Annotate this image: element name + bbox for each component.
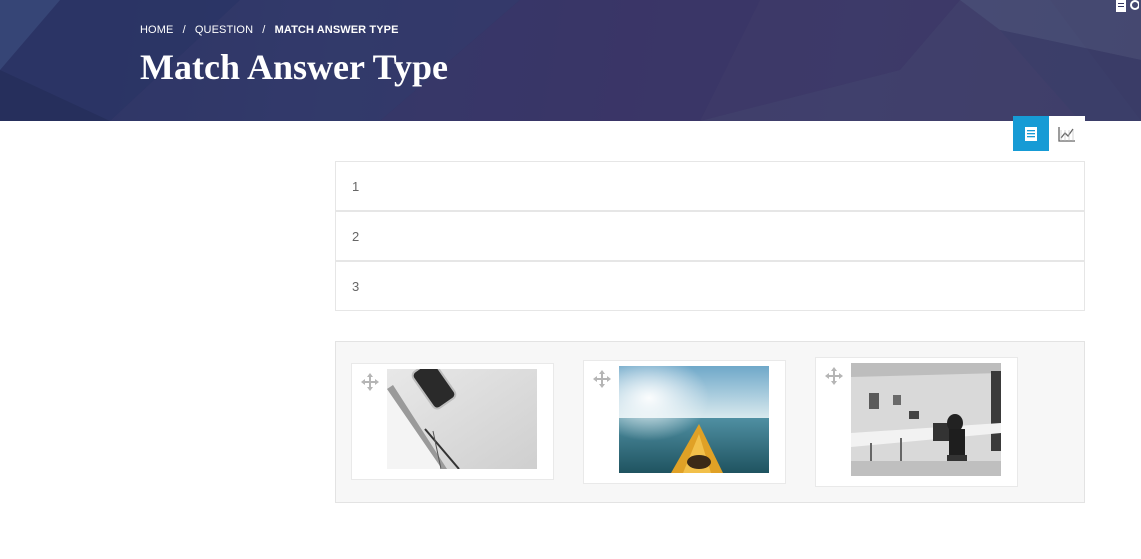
view-toggle xyxy=(1013,116,1085,151)
breadcrumb: HOME / QUESTION / MATCH ANSWER TYPE xyxy=(140,24,399,36)
chart-view-button[interactable] xyxy=(1049,116,1085,151)
chart-icon xyxy=(1058,126,1075,142)
answer-drop-slot[interactable]: 2 xyxy=(335,211,1085,261)
partial-glyph-icon xyxy=(1130,0,1139,10)
breadcrumb-separator: / xyxy=(182,24,186,36)
answer-slot-number: 1 xyxy=(352,178,360,194)
breadcrumb-current: MATCH ANSWER TYPE xyxy=(274,24,399,36)
draggable-option-card[interactable] xyxy=(351,363,554,480)
draggable-option-card[interactable] xyxy=(815,357,1018,487)
draggable-options-container xyxy=(335,341,1085,503)
list-view-button[interactable] xyxy=(1013,116,1049,151)
document-icon xyxy=(1025,126,1037,141)
draggable-option-card[interactable] xyxy=(583,360,786,484)
move-icon[interactable] xyxy=(825,367,843,385)
move-icon[interactable] xyxy=(593,370,611,388)
move-icon[interactable] xyxy=(361,373,379,391)
answer-drop-zone-list: 1 2 3 xyxy=(335,161,1085,311)
corner-menu-button[interactable] xyxy=(1115,0,1141,12)
breadcrumb-home-link[interactable]: HOME xyxy=(140,24,173,36)
answer-drop-slot[interactable]: 1 xyxy=(335,161,1085,211)
phone-and-notebook-image xyxy=(387,369,537,469)
breadcrumb-separator: / xyxy=(262,24,266,36)
page-header-banner: HOME / QUESTION / MATCH ANSWER TYPE Matc… xyxy=(0,0,1141,121)
breadcrumb-question-link[interactable]: QUESTION xyxy=(195,24,253,36)
page-title: Match Answer Type xyxy=(140,47,449,87)
answer-slot-number: 3 xyxy=(352,278,360,294)
kayak-on-lake-image xyxy=(619,366,769,473)
office-workspace-image xyxy=(851,363,1001,476)
answer-slot-number: 2 xyxy=(352,228,360,244)
answer-drop-slot[interactable]: 3 xyxy=(335,261,1085,311)
document-icon xyxy=(1116,0,1126,12)
